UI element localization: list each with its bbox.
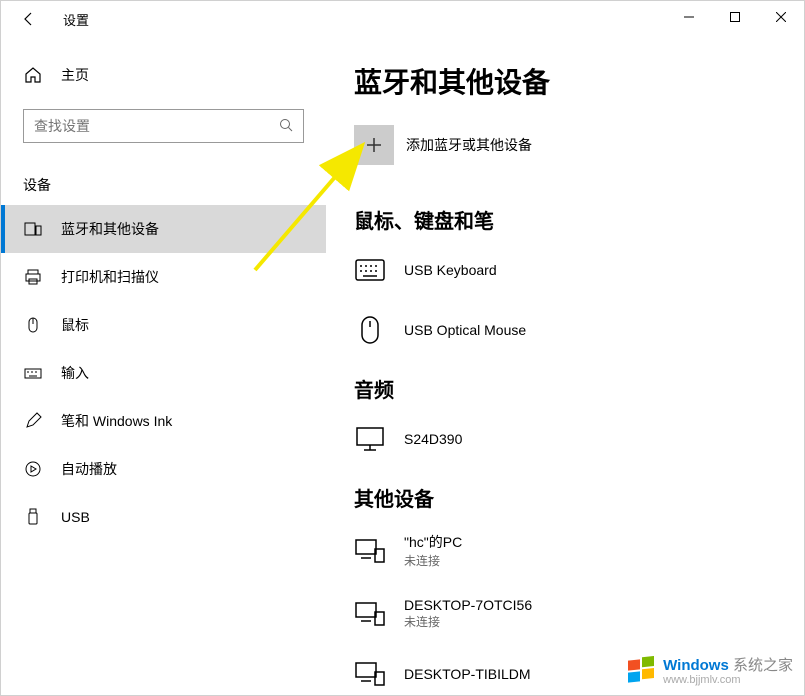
plus-icon: [364, 135, 384, 155]
add-device-button[interactable]: [354, 125, 394, 165]
sidebar-item-label: 输入: [61, 363, 89, 383]
monitor-device-icon: [354, 423, 386, 455]
device-item-monitor[interactable]: S24D390: [354, 415, 776, 475]
device-name: USB Optical Mouse: [404, 322, 526, 338]
section-title-audio: 音频: [354, 374, 776, 403]
device-status: 未连接: [404, 613, 532, 630]
windows-logo-icon: [625, 656, 657, 688]
page-heading: 蓝牙和其他设备: [354, 61, 776, 101]
titlebar: 设置: [1, 1, 804, 37]
usb-icon: [23, 507, 43, 527]
device-name: "hc"的PC: [404, 532, 462, 552]
sidebar-item-pen[interactable]: 笔和 Windows Ink: [1, 397, 326, 445]
add-device-label: 添加蓝牙或其他设备: [406, 135, 532, 155]
minimize-button[interactable]: [666, 1, 712, 33]
watermark-brand-gray: 系统之家: [729, 657, 793, 674]
devices-icon: [23, 219, 43, 239]
sidebar-item-label: 打印机和扫描仪: [61, 267, 159, 287]
device-item-mouse[interactable]: USB Optical Mouse: [354, 306, 776, 366]
search-icon: [279, 118, 293, 135]
sidebar-item-bluetooth[interactable]: 蓝牙和其他设备: [1, 205, 326, 253]
device-name: USB Keyboard: [404, 262, 497, 278]
sidebar-item-printers[interactable]: 打印机和扫描仪: [1, 253, 326, 301]
sidebar-item-usb[interactable]: USB: [1, 493, 326, 541]
sidebar-item-mouse[interactable]: 鼠标: [1, 301, 326, 349]
sidebar-item-label: 自动播放: [61, 459, 117, 479]
mouse-device-icon: [354, 314, 386, 346]
back-button[interactable]: [19, 9, 39, 29]
close-button[interactable]: [758, 1, 804, 33]
watermark: Windows 系统之家 www.bjjmlv.com: [625, 656, 793, 688]
sidebar-item-autoplay[interactable]: 自动播放: [1, 445, 326, 493]
watermark-brand-blue: Windows: [663, 657, 729, 674]
pc-device-icon: [354, 598, 386, 630]
sidebar-home-label: 主页: [61, 65, 89, 85]
home-icon: [23, 65, 43, 85]
section-title-other: 其他设备: [354, 483, 776, 512]
device-name: DESKTOP-7OTCI56: [404, 597, 532, 613]
maximize-button[interactable]: [712, 1, 758, 33]
watermark-url: www.bjjmlv.com: [663, 674, 793, 686]
device-status: 未连接: [404, 552, 462, 569]
mouse-icon: [23, 315, 43, 335]
add-device-row[interactable]: 添加蓝牙或其他设备: [354, 125, 776, 165]
section-title-mkp: 鼠标、键盘和笔: [354, 205, 776, 234]
keyboard-icon: [23, 363, 43, 383]
pen-icon: [23, 411, 43, 431]
window-title: 设置: [63, 10, 89, 29]
pc-device-icon: [354, 658, 386, 690]
keyboard-device-icon: [354, 254, 386, 286]
search-box[interactable]: [23, 109, 304, 143]
pc-device-icon: [354, 535, 386, 567]
device-name: DESKTOP-TIBILDM: [404, 666, 531, 682]
autoplay-icon: [23, 459, 43, 479]
sidebar-item-label: 笔和 Windows Ink: [61, 411, 172, 431]
sidebar-item-typing[interactable]: 输入: [1, 349, 326, 397]
device-item-keyboard[interactable]: USB Keyboard: [354, 246, 776, 306]
sidebar-section-label: 设备: [1, 161, 326, 205]
device-item-pc2[interactable]: DESKTOP-7OTCI56 未连接: [354, 589, 776, 650]
sidebar-item-label: 鼠标: [61, 315, 89, 335]
search-input[interactable]: [34, 118, 273, 134]
device-item-pc1[interactable]: "hc"的PC 未连接: [354, 524, 776, 589]
content-area: 蓝牙和其他设备 添加蓝牙或其他设备 鼠标、键盘和笔 USB Keyboard U…: [326, 37, 804, 695]
device-name: S24D390: [404, 431, 462, 447]
sidebar-home[interactable]: 主页: [1, 55, 326, 95]
sidebar-item-label: 蓝牙和其他设备: [61, 219, 159, 239]
printer-icon: [23, 267, 43, 287]
sidebar-item-label: USB: [61, 509, 90, 525]
sidebar: 主页 设备 蓝牙和其他设备 打印机和扫描仪: [1, 37, 326, 695]
